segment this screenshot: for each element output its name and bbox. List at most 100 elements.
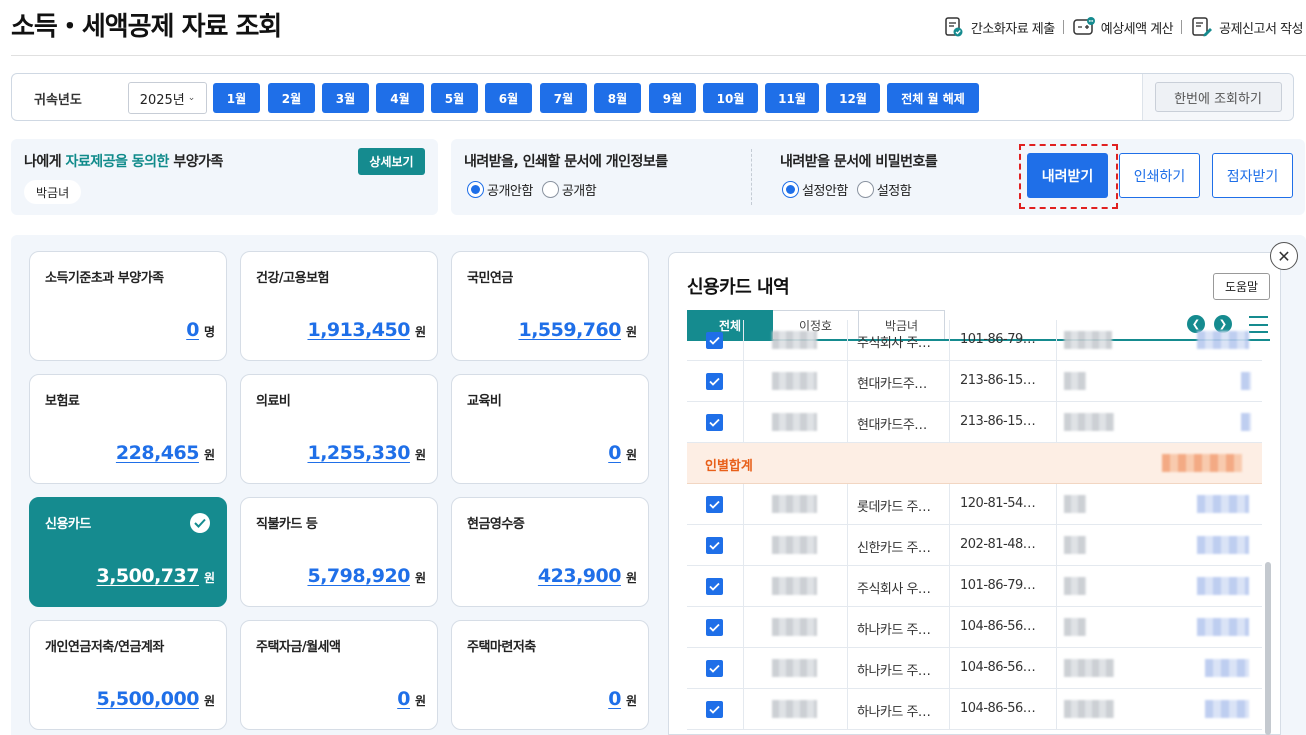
card-debit-card[interactable]: 직불카드 등 5,798,920 원: [240, 497, 438, 607]
card-value: 1,255,330 원: [307, 442, 426, 464]
query-all-button[interactable]: 한번에 조회하기: [1154, 82, 1282, 112]
calculator-chat-icon: [1072, 16, 1096, 38]
password-radio-none[interactable]: [782, 181, 799, 198]
card-amount[interactable]: 423,900: [538, 565, 622, 587]
simplified-data-submit-link[interactable]: 간소화자료 제출: [942, 16, 1055, 38]
card-housing-savings[interactable]: 주택마련저축 0원: [451, 620, 649, 730]
card-unit: 원: [414, 694, 426, 708]
card-income-dependents[interactable]: 소득기준초과 부양가족 0명: [29, 251, 227, 361]
personal-info-radio-group: 공개안함 공개함: [467, 180, 605, 199]
dependents-title: 나에게 자료제공을 동의한 부양가족: [24, 151, 223, 171]
estimated-tax-link[interactable]: 예상세액 계산: [1072, 16, 1174, 38]
month-button-6[interactable]: 6월: [485, 83, 532, 113]
detail-scrollbar[interactable]: [1265, 562, 1271, 735]
business-number: 104-86-56…: [960, 701, 1036, 716]
year-select[interactable]: 2025년 ⌄: [128, 82, 207, 114]
card-health-employment-insurance[interactable]: 건강/고용보험 1,913,450 원: [240, 251, 438, 361]
business-number: 101-86-79…: [960, 578, 1036, 593]
personal-info-radio-show-label: 공개함: [561, 184, 597, 199]
card-amount[interactable]: 1,559,760: [518, 319, 621, 341]
card-national-pension[interactable]: 국민연금 1,559,760 원: [451, 251, 649, 361]
braille-button[interactable]: 점자받기: [1212, 153, 1293, 198]
card-unit: 원: [625, 448, 637, 462]
card-value: 423,900 원: [538, 565, 637, 587]
row-checkbox[interactable]: [706, 537, 723, 554]
clear-all-months-button[interactable]: 전체 월 해제: [887, 83, 979, 113]
card-value: 5,500,000 원: [96, 688, 215, 710]
card-amount[interactable]: 0: [608, 442, 621, 464]
subtotal-row: 인별합계: [687, 443, 1262, 484]
card-value: 5,798,920 원: [307, 565, 426, 587]
row-checkbox[interactable]: [706, 496, 723, 513]
month-button-9[interactable]: 9월: [649, 83, 696, 113]
dependent-chip[interactable]: 박금녀: [24, 180, 82, 204]
card-company: 하나카드 주…: [857, 623, 931, 638]
card-insurance[interactable]: 보험료 228,465 원: [29, 374, 227, 484]
personal-info-radio-show[interactable]: [541, 181, 559, 198]
card-pension-savings[interactable]: 개인연금저축/연금계좌 5,500,000 원: [29, 620, 227, 730]
table-row: 현대카드주… 213-86-15…: [687, 402, 1262, 443]
month-button-4[interactable]: 4월: [376, 83, 424, 113]
help-button[interactable]: 도움말: [1213, 273, 1270, 300]
row-checkbox[interactable]: [706, 414, 723, 431]
table-row: 주식회사 주… 101-86-79…: [687, 320, 1262, 361]
table-row: 롯데카드 주… 120-81-54…: [687, 484, 1262, 525]
download-button[interactable]: 내려받기: [1027, 153, 1108, 198]
check-circle-icon: [190, 513, 210, 533]
detail-title: 신용카드 내역: [687, 277, 790, 298]
table-row: 하나카드 주… 104-86-56…: [687, 689, 1262, 730]
card-housing-rent[interactable]: 주택자금/월세액 0원: [240, 620, 438, 730]
card-unit: 명: [203, 325, 215, 339]
card-amount[interactable]: 5,500,000: [96, 688, 199, 710]
month-button-2[interactable]: 2월: [268, 83, 315, 113]
card-title: 신용카드: [45, 517, 91, 532]
row-checkbox[interactable]: [706, 660, 723, 677]
card-title: 현금영수증: [467, 517, 525, 532]
document-edit-icon: [1190, 16, 1214, 38]
card-amount[interactable]: 228,465: [116, 442, 200, 464]
card-cash-receipt[interactable]: 현금영수증 423,900 원: [451, 497, 649, 607]
deduction-form-link[interactable]: 공제신고서 작성: [1190, 16, 1303, 38]
card-company: 신한카드 주…: [857, 541, 931, 556]
row-checkbox[interactable]: [706, 578, 723, 595]
year-select-value: 2025년: [139, 92, 185, 108]
card-amount[interactable]: 3,500,737: [96, 565, 199, 587]
month-button-7[interactable]: 7월: [540, 83, 587, 113]
business-number: 213-86-15…: [960, 414, 1036, 429]
card-credit-card[interactable]: 신용카드 3,500,737 원: [29, 497, 227, 607]
card-company: 주식회사 우…: [857, 582, 931, 597]
card-company: 현대카드주…: [857, 377, 927, 392]
card-amount[interactable]: 1,255,330: [307, 442, 410, 464]
card-amount[interactable]: 0: [397, 688, 410, 710]
card-unit: 원: [203, 571, 215, 585]
card-unit: 원: [625, 694, 637, 708]
month-button-8[interactable]: 8월: [594, 83, 641, 113]
card-amount[interactable]: 1,913,450: [307, 319, 410, 341]
month-button-11[interactable]: 11월: [765, 83, 819, 113]
row-checkbox[interactable]: [706, 701, 723, 718]
month-button-5[interactable]: 5월: [431, 83, 478, 113]
card-medical[interactable]: 의료비 1,255,330 원: [240, 374, 438, 484]
month-button-1[interactable]: 1월: [213, 83, 260, 113]
card-amount[interactable]: 0: [186, 319, 199, 341]
deduction-form-label: 공제신고서 작성: [1219, 21, 1303, 37]
personal-info-radio-hide[interactable]: [467, 181, 484, 198]
password-radio-group: 설정안함 설정함: [782, 180, 920, 199]
personal-info-radio-hide-label: 공개안함: [487, 184, 533, 199]
month-button-3[interactable]: 3월: [322, 83, 369, 113]
month-button-10[interactable]: 10월: [703, 83, 758, 113]
password-radio-set[interactable]: [856, 181, 874, 198]
row-checkbox[interactable]: [706, 619, 723, 636]
month-button-12[interactable]: 12월: [826, 83, 880, 113]
dependents-title-prefix: 나에게: [24, 154, 62, 170]
row-checkbox[interactable]: [706, 373, 723, 390]
dependents-detail-button[interactable]: 상세보기: [358, 148, 425, 175]
card-amount[interactable]: 0: [608, 688, 621, 710]
estimated-tax-label: 예상세액 계산: [1100, 21, 1174, 37]
print-button[interactable]: 인쇄하기: [1119, 153, 1200, 198]
card-title: 보험료: [45, 394, 80, 409]
row-checkbox[interactable]: [706, 332, 723, 349]
card-amount[interactable]: 5,798,920: [307, 565, 410, 587]
card-education[interactable]: 교육비 0원: [451, 374, 649, 484]
close-icon[interactable]: ✕: [1270, 242, 1298, 270]
